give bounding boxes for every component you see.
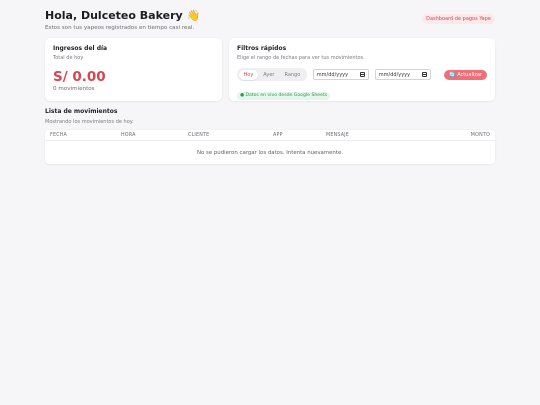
column-header-fecha[interactable]: FECHA — [50, 133, 67, 138]
filters-card: Filtros rápidos Elige el rango de fechas… — [229, 38, 495, 101]
table-header: FECHA HORA CLIENTE APP MENSAJE MONTO — [45, 130, 495, 141]
page-title: Hola, Dulceteo Bakery 👋 — [45, 9, 201, 22]
refresh-icon: 🔄 — [448, 71, 456, 78]
column-header-mensaje[interactable]: MENSAJE — [326, 133, 349, 138]
list-subtitle: Mostrando los movimientos de hoy. — [45, 119, 134, 125]
refresh-button-label: Actualizar — [457, 71, 482, 78]
calendar-icon[interactable] — [421, 72, 427, 77]
income-amount: S/ 0.00 — [53, 69, 106, 85]
segment-yesterday[interactable]: Ayer — [258, 70, 279, 80]
segment-range[interactable]: Rango — [279, 70, 305, 80]
filters-card-title: Filtros rápidos — [237, 45, 287, 52]
calendar-icon[interactable] — [359, 72, 365, 77]
live-data-badge: ● Datos en vivo desde Google Sheets — [237, 91, 331, 100]
page-subtitle: Estos son tus yapeos registrados en tiem… — [45, 25, 195, 31]
date-from-placeholder: mm/dd/yyyy — [316, 71, 349, 78]
column-header-app[interactable]: APP — [273, 133, 283, 138]
date-to-placeholder: mm/dd/yyyy — [378, 71, 411, 78]
empty-state-message: No se pudieron cargar los datos. Intenta… — [197, 149, 343, 156]
dashboard-badge: Dashboard de pagos Yape — [422, 14, 495, 24]
income-card: Ingresos del día Total de hoy S/ 0.00 0 … — [45, 38, 222, 101]
segment-today[interactable]: Hoy — [238, 69, 259, 80]
movements-list-section: Lista de movimientos Mostrando los movim… — [45, 108, 495, 164]
date-to-input[interactable]: mm/dd/yyyy — [374, 69, 431, 80]
column-header-cliente[interactable]: CLIENTE — [188, 133, 209, 138]
empty-state-row: No se pudieron cargar los datos. Intenta… — [45, 141, 495, 164]
column-header-hora[interactable]: HORA — [121, 133, 136, 138]
movements-count: 0 movimientos — [53, 86, 95, 92]
income-card-subtitle: Total de hoy — [53, 55, 84, 61]
column-header-monto[interactable]: MONTO — [471, 133, 490, 138]
income-card-title: Ingresos del día — [53, 45, 108, 52]
filter-controls: Hoy Ayer Rango mm/dd/yyyy mm/dd/yyyy 🔄 A… — [237, 68, 487, 81]
list-title: Lista de movimientos — [45, 108, 118, 115]
filters-card-subtitle: Elige el rango de fechas para ver tus mo… — [237, 55, 365, 61]
date-from-input[interactable]: mm/dd/yyyy — [312, 69, 369, 80]
page-header: Hola, Dulceteo Bakery 👋 Estos son tus ya… — [45, 9, 200, 31]
refresh-button[interactable]: 🔄 Actualizar — [443, 69, 487, 80]
movements-table: FECHA HORA CLIENTE APP MENSAJE MONTO No … — [45, 130, 495, 164]
date-range-segmented-control: Hoy Ayer Rango — [237, 68, 307, 81]
